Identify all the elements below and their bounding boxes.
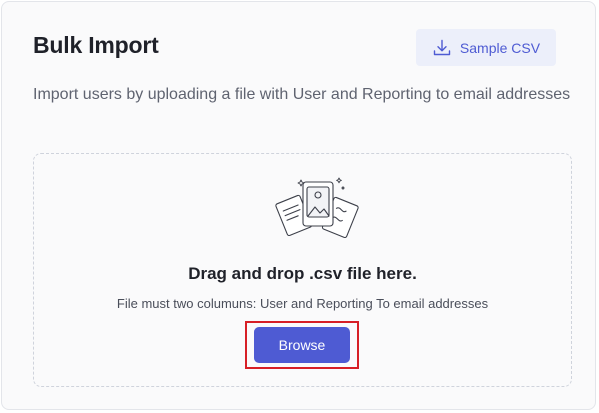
browse-button[interactable]: Browse [254,327,350,363]
bulk-import-card: Bulk Import Sample CSV Import users by u… [1,1,596,410]
sample-csv-button[interactable]: Sample CSV [416,29,556,66]
sample-csv-label: Sample CSV [459,39,541,56]
dropzone-description: File must two columuns: User and Reporti… [116,296,489,311]
file-dropzone[interactable]: Drag and drop .csv file here. File must … [33,153,572,387]
download-icon [432,38,452,58]
dropzone-title: Drag and drop .csv file here. [188,264,417,283]
page-subtitle: Import users by uploading a file with Us… [33,86,571,103]
file-upload-illustration-icon [273,176,363,246]
page-title: Bulk Import [33,32,159,58]
